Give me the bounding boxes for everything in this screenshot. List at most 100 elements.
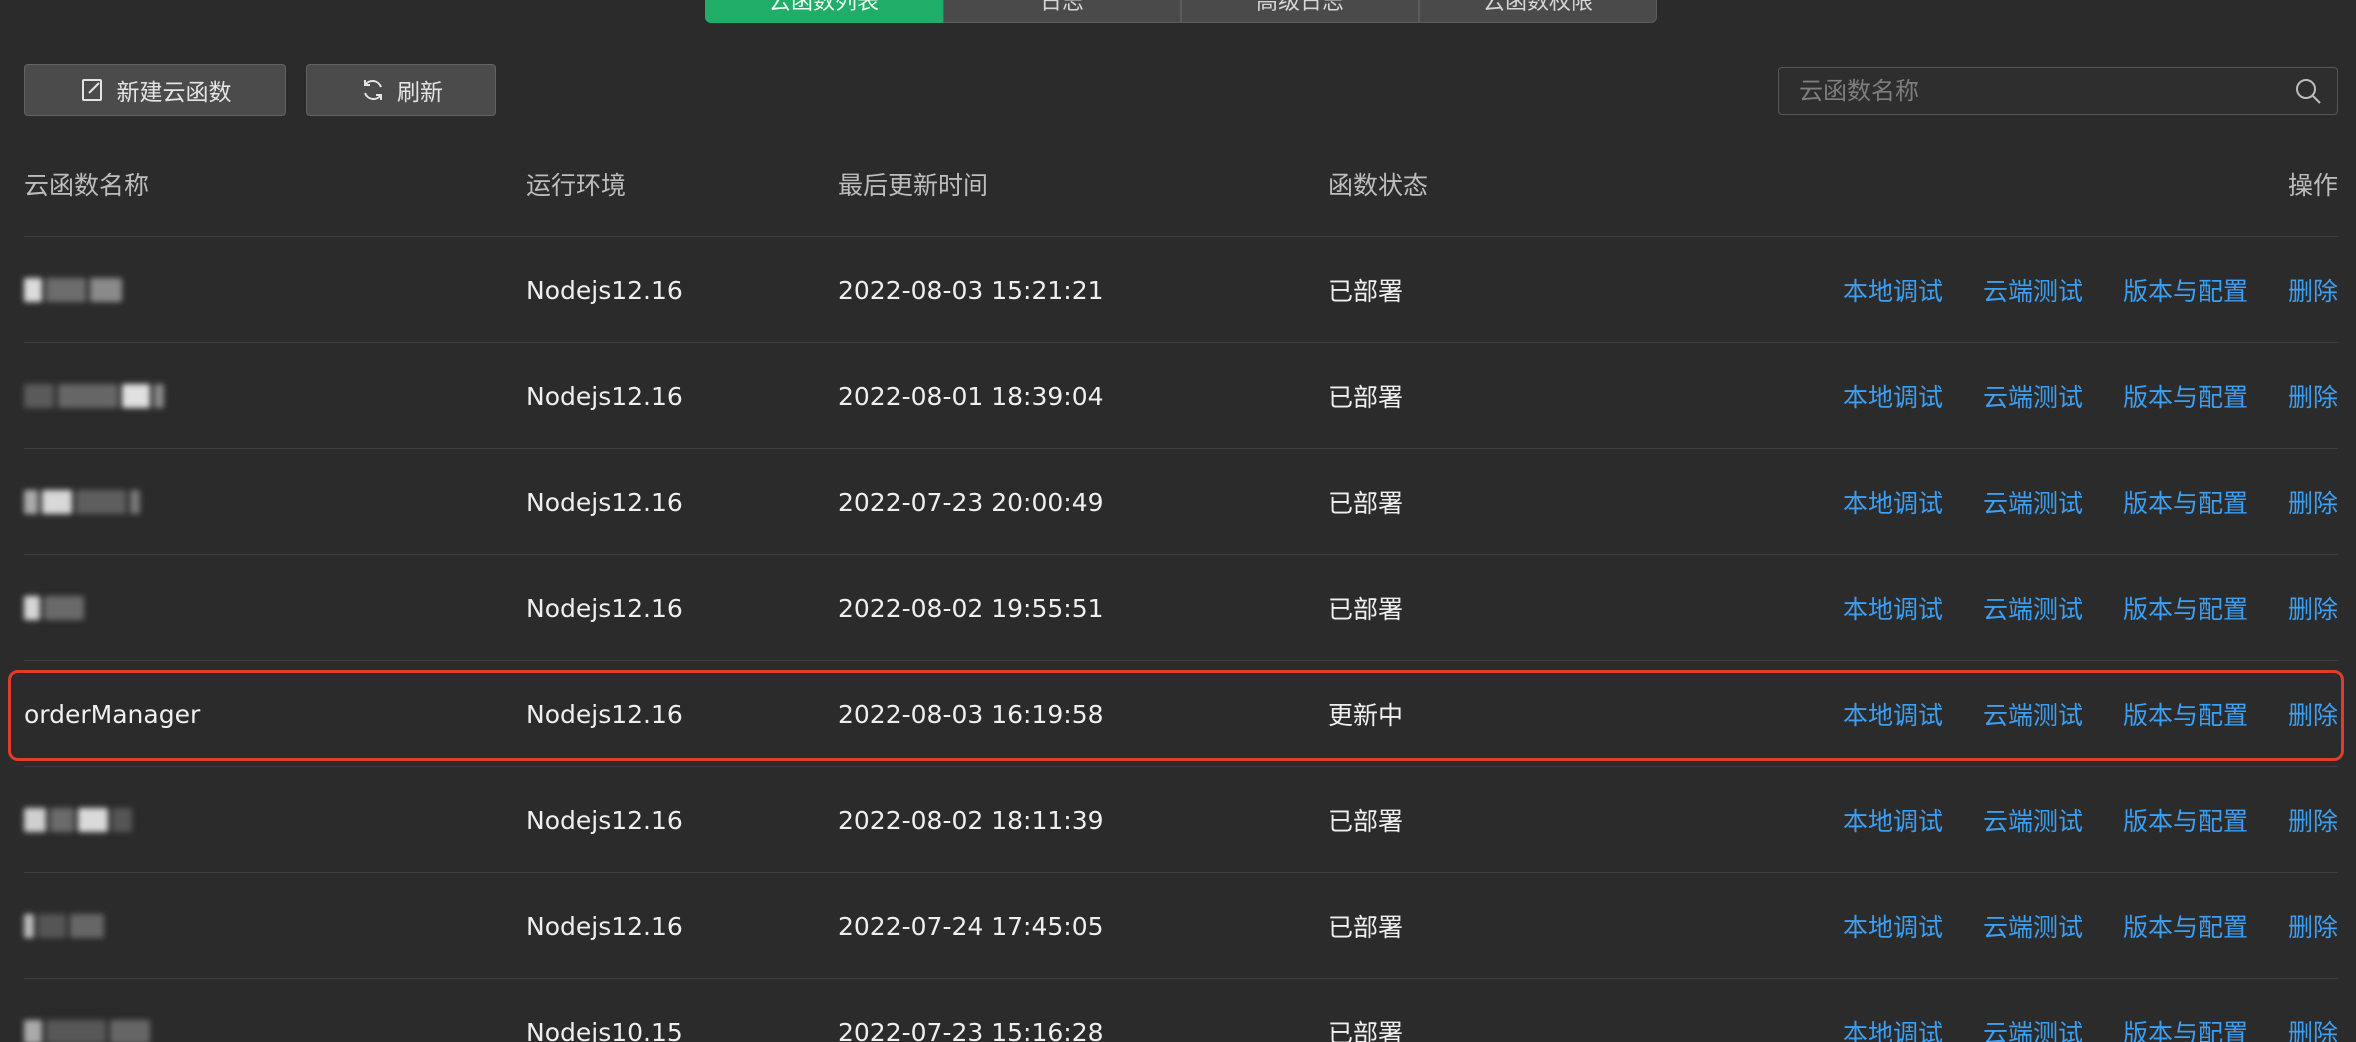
updated-time-cell: 2022-08-02 18:11:39 [838, 805, 1104, 835]
delete-link[interactable]: 删除 [2288, 1014, 2338, 1042]
delete-link[interactable]: 删除 [2288, 590, 2338, 626]
status-cell: 已部署 [1328, 489, 1404, 518]
header-env: 运行环境 [526, 171, 627, 200]
cloud-test-link[interactable]: 云端测试 [1983, 272, 2083, 308]
operations-cell: 本地调试 云端测试 版本与配置 删除 [1843, 237, 2338, 343]
delete-link[interactable]: 删除 [2288, 484, 2338, 520]
status-cell: 已部署 [1328, 807, 1404, 836]
updated-time-cell: 2022-08-01 18:39:04 [838, 381, 1104, 411]
operations-cell: 本地调试 云端测试 版本与配置 删除 [1843, 343, 2338, 449]
local-debug-link[interactable]: 本地调试 [1843, 378, 1943, 414]
updated-time-cell: 2022-07-23 20:00:49 [838, 487, 1104, 517]
top-tabs: 云函数列表 日志 高级日志 云函数权限 [705, 0, 1657, 23]
status-cell: 已部署 [1328, 595, 1404, 624]
delete-link[interactable]: 删除 [2288, 802, 2338, 838]
cloud-test-link[interactable]: 云端测试 [1983, 484, 2083, 520]
cloud-test-link[interactable]: 云端测试 [1983, 908, 2083, 944]
search-icon[interactable] [2293, 76, 2323, 106]
new-function-button[interactable]: 新建云函数 [24, 64, 286, 116]
function-name-cell [24, 767, 132, 873]
updated-time-cell: 2022-08-03 15:21:21 [838, 275, 1104, 305]
tab-function-permissions[interactable]: 云函数权限 [1419, 0, 1657, 23]
local-debug-link[interactable]: 本地调试 [1843, 696, 1943, 732]
redacted-name [24, 805, 132, 835]
table-row: Nodejs10.15 2022-07-23 15:16:28 已部署 本地调试 云端测… [24, 978, 2338, 1042]
version-config-link[interactable]: 版本与配置 [2123, 696, 2248, 732]
redacted-name [24, 911, 104, 941]
function-name-cell [24, 343, 164, 449]
operations-cell: 本地调试 云端测试 版本与配置 删除 [1843, 661, 2338, 767]
updated-time-cell: 2022-07-24 17:45:05 [838, 911, 1104, 941]
updated-time-cell: 2022-07-23 15:16:28 [838, 1017, 1104, 1042]
status-cell: 已部署 [1328, 277, 1404, 306]
runtime-cell: Nodejs12.16 [526, 487, 683, 517]
table-row: Nodejs12.16 2022-08-03 15:21:21 已部署 本地调试 云端测… [24, 236, 2338, 342]
runtime-cell: Nodejs12.16 [526, 593, 683, 623]
redacted-name [24, 1017, 150, 1042]
cloud-test-link[interactable]: 云端测试 [1983, 1014, 2083, 1042]
local-debug-link[interactable]: 本地调试 [1843, 1014, 1943, 1042]
cloud-test-link[interactable]: 云端测试 [1983, 696, 2083, 732]
delete-link[interactable]: 删除 [2288, 272, 2338, 308]
function-name-cell [24, 449, 140, 555]
updated-time-cell: 2022-08-03 16:19:58 [838, 699, 1104, 729]
function-name-cell [24, 555, 84, 661]
tab-function-list[interactable]: 云函数列表 [705, 0, 943, 23]
function-name-cell [24, 237, 122, 343]
operations-cell: 本地调试 云端测试 版本与配置 删除 [1843, 449, 2338, 555]
status-cell: 已部署 [1328, 383, 1404, 412]
redacted-name [24, 487, 140, 517]
status-cell: 更新中 [1328, 701, 1404, 730]
table-row: Nodejs12.16 2022-07-24 17:45:05 已部署 本地调试 云端测… [24, 872, 2338, 978]
redacted-name [24, 593, 84, 623]
delete-link[interactable]: 删除 [2288, 378, 2338, 414]
redacted-name [24, 381, 164, 411]
status-cell: 已部署 [1328, 913, 1404, 942]
search-input[interactable] [1779, 68, 2293, 114]
local-debug-link[interactable]: 本地调试 [1843, 484, 1943, 520]
local-debug-link[interactable]: 本地调试 [1843, 590, 1943, 626]
cloud-test-link[interactable]: 云端测试 [1983, 802, 2083, 838]
table-row: Nodejs12.16 2022-08-02 18:11:39 已部署 本地调试 云端测… [24, 766, 2338, 872]
delete-link[interactable]: 删除 [2288, 908, 2338, 944]
tab-advanced-logs[interactable]: 高级日志 [1181, 0, 1419, 23]
refresh-icon [364, 80, 382, 100]
version-config-link[interactable]: 版本与配置 [2123, 484, 2248, 520]
function-name-cell: orderManager [24, 661, 200, 767]
version-config-link[interactable]: 版本与配置 [2123, 1014, 2248, 1042]
function-name-cell [24, 873, 104, 979]
header-ops: 操作 [2287, 171, 2338, 200]
table-row: orderManager Nodejs12.16 2022-08-03 16:19:… [24, 660, 2338, 766]
edit-icon [81, 79, 102, 101]
version-config-link[interactable]: 版本与配置 [2123, 908, 2248, 944]
local-debug-link[interactable]: 本地调试 [1843, 802, 1943, 838]
updated-time-cell: 2022-08-02 19:55:51 [838, 593, 1104, 623]
operations-cell: 本地调试 云端测试 版本与配置 删除 [1843, 767, 2338, 873]
cloud-test-link[interactable]: 云端测试 [1983, 590, 2083, 626]
local-debug-link[interactable]: 本地调试 [1843, 272, 1943, 308]
refresh-button[interactable]: 刷新 [306, 64, 496, 116]
delete-link[interactable]: 删除 [2288, 696, 2338, 732]
header-name: 云函数名称 [24, 171, 150, 200]
cloud-functions-page: 云函数列表 日志 高级日志 云函数权限 新建云函数 刷新 云函数名称 运行环境 … [0, 0, 2356, 1042]
version-config-link[interactable]: 版本与配置 [2123, 378, 2248, 414]
new-function-label: 新建云函数 [116, 80, 232, 106]
runtime-cell: Nodejs12.16 [526, 275, 683, 305]
runtime-cell: Nodejs12.16 [526, 381, 683, 411]
operations-cell: 本地调试 云端测试 版本与配置 删除 [1843, 873, 2338, 979]
table-row: Nodejs12.16 2022-08-02 19:55:51 已部署 本地调试 云端测… [24, 554, 2338, 660]
table-row: Nodejs12.16 2022-08-01 18:39:04 已部署 本地调试 云端测… [24, 342, 2338, 448]
version-config-link[interactable]: 版本与配置 [2123, 802, 2248, 838]
version-config-link[interactable]: 版本与配置 [2123, 590, 2248, 626]
tab-logs[interactable]: 日志 [943, 0, 1181, 23]
local-debug-link[interactable]: 本地调试 [1843, 908, 1943, 944]
header-status: 函数状态 [1328, 171, 1429, 200]
header-time: 最后更新时间 [838, 171, 989, 200]
table-header: 云函数名称 运行环境 最后更新时间 函数状态 操作 [24, 166, 2338, 236]
runtime-cell: Nodejs12.16 [526, 699, 683, 729]
version-config-link[interactable]: 版本与配置 [2123, 272, 2248, 308]
operations-cell: 本地调试 云端测试 版本与配置 删除 [1843, 555, 2338, 661]
cloud-test-link[interactable]: 云端测试 [1983, 378, 2083, 414]
status-cell: 已部署 [1328, 1019, 1404, 1042]
runtime-cell: Nodejs12.16 [526, 805, 683, 835]
